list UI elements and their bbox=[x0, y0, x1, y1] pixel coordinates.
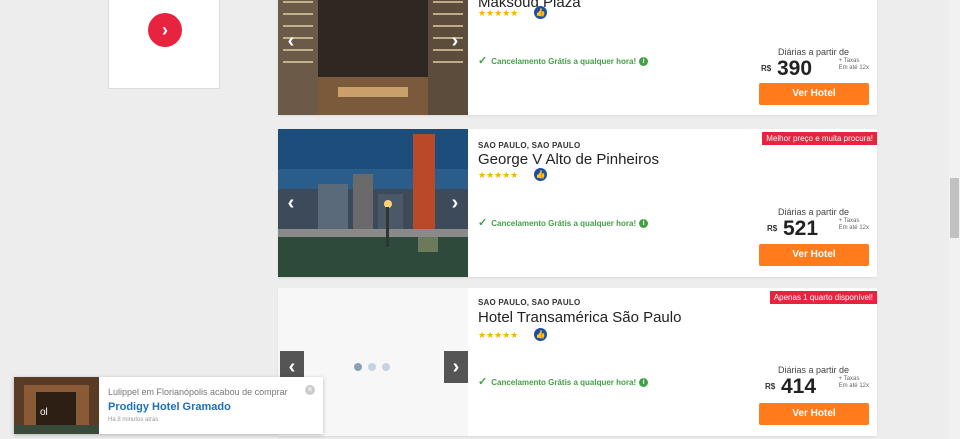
price-label: Diárias a partir de bbox=[777, 47, 849, 57]
hotel-stars: ★★★★★ bbox=[478, 8, 519, 18]
hotel-photo-image bbox=[278, 129, 468, 277]
thumbs-up-icon: 👍 bbox=[534, 6, 547, 19]
notification-hotel-image: ol bbox=[14, 377, 99, 434]
notification-hotel-link[interactable]: Prodigy Hotel Gramado bbox=[108, 401, 231, 413]
free-cancellation-text: Cancelamento Grátis a qualquer hora! bbox=[491, 57, 637, 66]
price-label: Diárias a partir de bbox=[777, 207, 849, 217]
price-amount: 390 bbox=[777, 57, 813, 80]
hotel-photo: ‹ › bbox=[278, 129, 468, 277]
hotel-info: Maksoud Plaza ★★★★★ 👍 ✓ Cancelamento Grát… bbox=[478, 0, 877, 115]
photo-next-button[interactable]: › bbox=[444, 26, 466, 56]
hotel-city: SAO PAULO, SAO PAULO bbox=[478, 141, 581, 150]
view-hotel-button[interactable]: Ver Hotel bbox=[759, 83, 869, 105]
info-icon[interactable]: i bbox=[639, 57, 649, 67]
price-tax: + Taxas Em até 12x bbox=[839, 376, 869, 390]
page-scrollbar[interactable] bbox=[949, 0, 960, 439]
view-hotel-button[interactable]: Ver Hotel bbox=[759, 244, 869, 266]
price-box: Diárias a partir de R$ 390 + Taxas Em até… bbox=[749, 47, 869, 81]
svg-text:ol: ol bbox=[40, 407, 48, 418]
price-box: Diárias a partir de R$ 521 + Taxas Em até… bbox=[749, 207, 869, 241]
photo-next-button[interactable]: › bbox=[444, 351, 468, 383]
hotel-photo-image bbox=[278, 0, 468, 115]
view-hotel-button[interactable]: Ver Hotel bbox=[759, 403, 869, 425]
carousel-dot[interactable] bbox=[354, 363, 362, 371]
notification-message: Lulippel em Florianópolis acabou de comp… bbox=[108, 387, 288, 397]
price-label: Diárias a partir de bbox=[777, 365, 849, 375]
notification-time: Há 8 minutos atrás bbox=[108, 417, 159, 423]
free-cancellation: ✓ Cancelamento Grátis a qualquer hora! i bbox=[478, 216, 649, 229]
hotel-stars: ★★★★★ bbox=[478, 330, 519, 340]
status-badge: Melhor preço e muita procura! bbox=[762, 132, 877, 145]
info-icon[interactable]: i bbox=[639, 219, 649, 229]
installments-line: Em até 12x bbox=[838, 225, 869, 231]
price-currency: R$ bbox=[767, 224, 778, 233]
hotel-name[interactable]: Hotel Transamérica São Paulo bbox=[478, 309, 681, 326]
carousel-dot[interactable] bbox=[382, 363, 390, 371]
installments-line: Em até 12x bbox=[838, 383, 869, 389]
free-cancellation: ✓ Cancelamento Grátis a qualquer hora! i bbox=[478, 54, 649, 67]
hotel-info: SAO PAULO, SAO PAULO Hotel Transamérica … bbox=[478, 288, 877, 436]
free-cancellation: ✓ Cancelamento Grátis a qualquer hora! i bbox=[478, 375, 649, 388]
info-icon[interactable]: i bbox=[639, 378, 649, 388]
chevron-right-icon[interactable]: › bbox=[148, 13, 182, 47]
tax-line: + Taxas bbox=[838, 218, 860, 224]
price-currency: R$ bbox=[761, 64, 772, 73]
hotel-card: ‹ › SAO PAULO, SAO PAULO Hotel Transamér… bbox=[278, 288, 877, 436]
scrollbar-thumb[interactable] bbox=[950, 178, 959, 238]
free-cancellation-text: Cancelamento Grátis a qualquer hora! bbox=[491, 219, 637, 228]
thumbs-up-icon: 👍 bbox=[534, 328, 547, 341]
hotel-photo: ‹ › bbox=[278, 0, 468, 115]
thumbs-up-icon: 👍 bbox=[534, 168, 547, 181]
purchase-notification[interactable]: ol Lulippel em Florianópolis acabou de c… bbox=[14, 377, 323, 434]
photo-prev-button[interactable]: ‹ bbox=[280, 26, 302, 56]
price-amount: 521 bbox=[783, 217, 819, 240]
check-icon: ✓ bbox=[478, 217, 488, 229]
photo-prev-button[interactable]: ‹ bbox=[280, 188, 302, 218]
status-badge: Apenas 1 quarto disponível! bbox=[769, 291, 877, 304]
side-card: › bbox=[108, 0, 220, 89]
hotel-name[interactable]: George V Alto de Pinheiros bbox=[478, 151, 659, 168]
close-icon[interactable]: × bbox=[305, 385, 315, 395]
check-icon: ✓ bbox=[478, 55, 488, 67]
notification-hotel-photo: ol bbox=[14, 377, 99, 434]
hotel-city: SAO PAULO, SAO PAULO bbox=[478, 298, 581, 307]
price-tax: + Taxas Em até 12x bbox=[839, 58, 869, 72]
price-box: Diárias a partir de R$ 414 + Taxas Em até… bbox=[749, 365, 869, 399]
hotel-card: ‹ › Maksoud Plaza ★★★★★ 👍 ✓ Cancelamento … bbox=[278, 0, 877, 115]
free-cancellation-text: Cancelamento Grátis a qualquer hora! bbox=[491, 378, 637, 387]
price-tax: + Taxas Em até 12x bbox=[839, 218, 869, 232]
hotel-card: ‹ › SAO PAULO, SAO PAULO George V Alto d… bbox=[278, 129, 877, 277]
photo-loading-dots bbox=[354, 358, 396, 376]
check-icon: ✓ bbox=[478, 376, 488, 388]
hotel-info: SAO PAULO, SAO PAULO George V Alto de Pi… bbox=[478, 129, 877, 277]
price-amount: 414 bbox=[781, 375, 817, 398]
carousel-dot[interactable] bbox=[368, 363, 376, 371]
installments-line: Em até 12x bbox=[838, 65, 869, 71]
photo-next-button[interactable]: › bbox=[444, 188, 466, 218]
tax-line: + Taxas bbox=[838, 58, 860, 64]
hotel-stars: ★★★★★ bbox=[478, 170, 519, 180]
price-currency: R$ bbox=[765, 382, 776, 391]
tax-line: + Taxas bbox=[838, 376, 860, 382]
